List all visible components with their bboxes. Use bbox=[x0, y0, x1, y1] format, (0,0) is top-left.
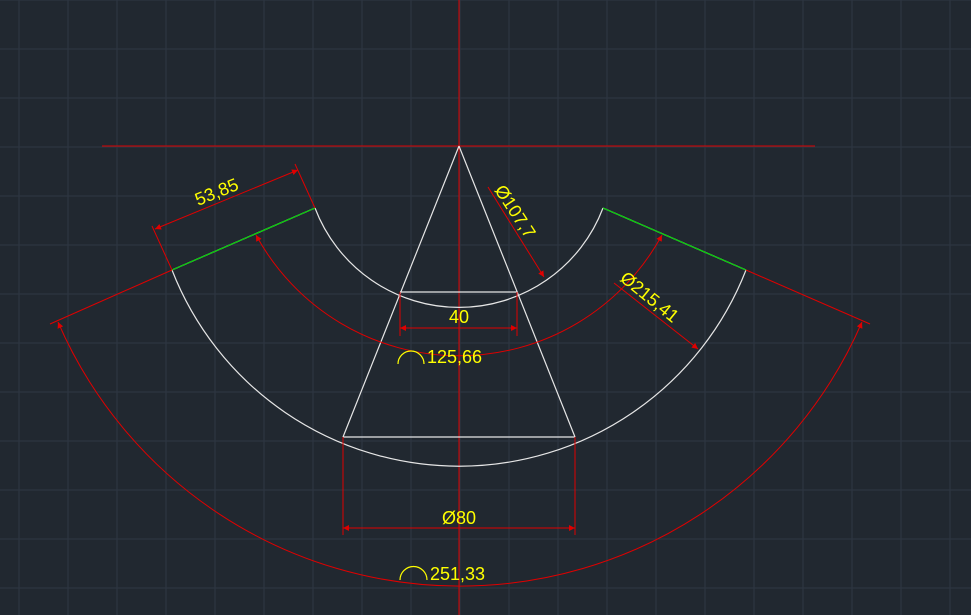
bottom-diameter-label[interactable]: Ø80 bbox=[442, 508, 476, 528]
top-width-label[interactable]: 40 bbox=[449, 307, 469, 327]
outer-diameter-label[interactable]: Ø215,41 bbox=[616, 268, 682, 327]
outer-arc-ext-right bbox=[745, 269, 871, 325]
left-green-edge bbox=[171, 207, 316, 271]
cad-drawing-canvas[interactable]: 53,85 Ø107,7 Ø215,41 40 125,66 Ø80 251,3… bbox=[0, 0, 971, 615]
right-green-edge bbox=[602, 207, 747, 271]
arc-symbols bbox=[397, 350, 428, 581]
radial-width-label[interactable]: 53,85 bbox=[192, 174, 241, 209]
background-grid bbox=[0, 0, 971, 615]
inner-arc-length-label[interactable]: 125,66 bbox=[427, 347, 482, 367]
dimension-texts: 53,85 Ø107,7 Ø215,41 40 125,66 Ø80 251,3… bbox=[192, 174, 683, 584]
radial-width-ext-1 bbox=[151, 225, 173, 271]
outer-arc-length-label[interactable]: 251,33 bbox=[430, 564, 485, 584]
arc-length-icon bbox=[399, 565, 428, 581]
inner-diameter-label[interactable]: Ø107,7 bbox=[491, 181, 540, 241]
radial-width-ext-2 bbox=[294, 163, 316, 209]
